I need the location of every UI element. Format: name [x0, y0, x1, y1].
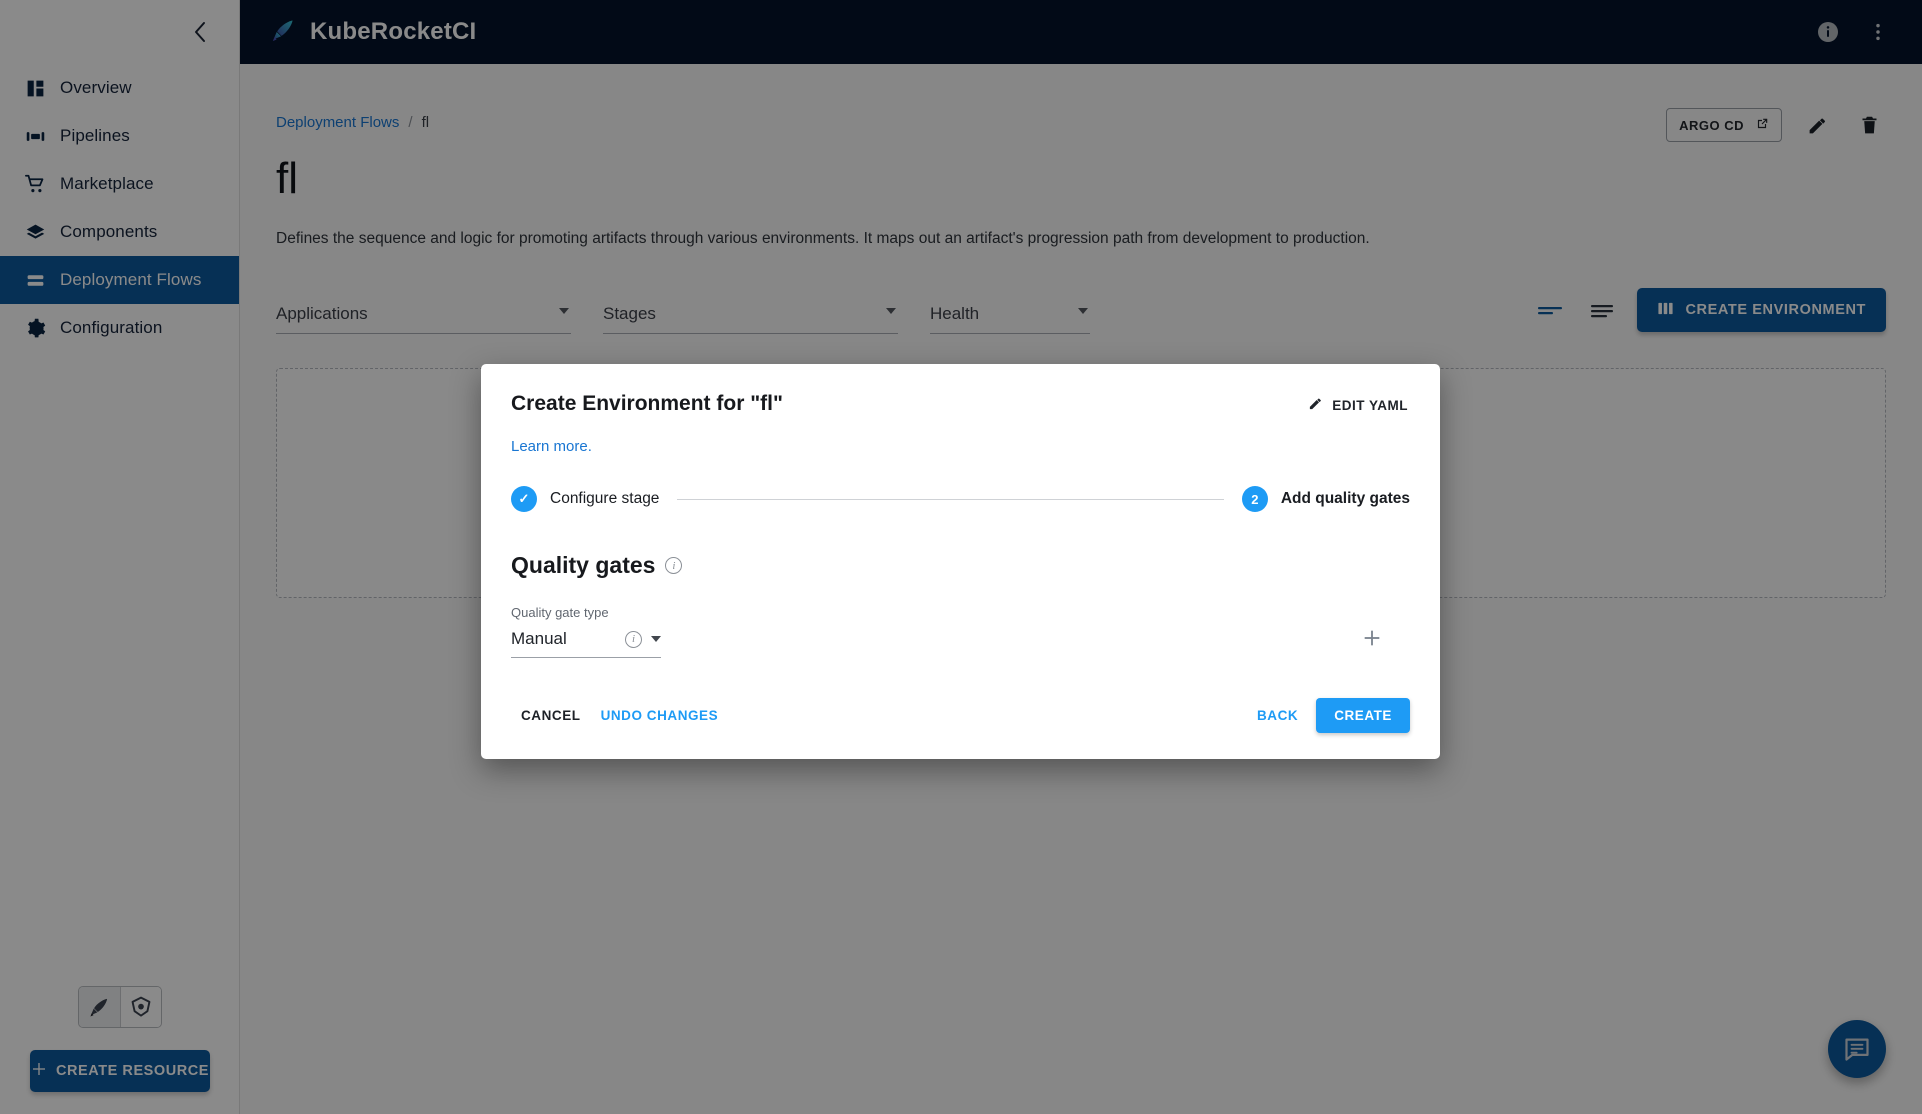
pencil-icon — [1308, 396, 1323, 414]
app-root: Overview Pipelines Marketplace Component… — [0, 0, 1922, 1114]
plus-icon — [1364, 630, 1380, 646]
learn-more-link[interactable]: Learn more. — [511, 438, 592, 455]
dialog-primary-actions: BACK CREATE — [1247, 698, 1410, 733]
step-marker: ✓ — [511, 486, 537, 512]
quality-gate-type-value: Manual — [511, 629, 567, 648]
section-title: Quality gates — [511, 552, 656, 578]
step-configure-stage[interactable]: ✓ Configure stage — [511, 486, 659, 512]
step-add-quality-gates[interactable]: 2 Add quality gates — [1241, 486, 1410, 512]
step-label: Configure stage — [550, 490, 660, 507]
dialog-actions: CANCEL UNDO CHANGES BACK CREATE — [481, 658, 1440, 759]
dialog-header: Create Environment for "fl" EDIT YAML — [481, 364, 1440, 418]
back-button[interactable]: BACK — [1247, 699, 1308, 732]
step-label: Add quality gates — [1280, 490, 1410, 507]
dialog-title: Create Environment for "fl" — [511, 392, 783, 415]
field-adornments: i — [625, 630, 661, 648]
edit-yaml-button[interactable]: EDIT YAML — [1306, 392, 1410, 418]
cancel-button[interactable]: CANCEL — [511, 699, 591, 732]
add-quality-gate-button[interactable] — [1352, 618, 1392, 658]
create-environment-dialog: Create Environment for "fl" EDIT YAML Le… — [481, 364, 1440, 759]
info-circle-icon[interactable]: i — [625, 630, 642, 648]
edit-yaml-label: EDIT YAML — [1332, 397, 1408, 413]
section-header: Quality gates i — [511, 552, 1410, 579]
quality-gate-type-field: Quality gate type Manual i — [511, 605, 661, 658]
dialog-stepper: ✓ Configure stage 2 Add quality gates — [481, 456, 1440, 512]
chevron-down-icon — [651, 636, 661, 642]
quality-gate-row: Quality gate type Manual i — [511, 605, 1410, 658]
create-button[interactable]: CREATE — [1316, 698, 1410, 733]
learn-more-row: Learn more. — [481, 418, 1440, 456]
step-connector — [677, 498, 1224, 500]
step-marker: 2 — [1241, 486, 1268, 512]
info-circle-icon[interactable]: i — [665, 557, 683, 574]
quality-gates-section: Quality gates i Quality gate type Manual… — [481, 512, 1440, 658]
quality-gate-type-select[interactable]: Manual i — [511, 629, 661, 658]
undo-changes-button[interactable]: UNDO CHANGES — [591, 699, 729, 732]
quality-gate-type-label: Quality gate type — [511, 605, 609, 620]
